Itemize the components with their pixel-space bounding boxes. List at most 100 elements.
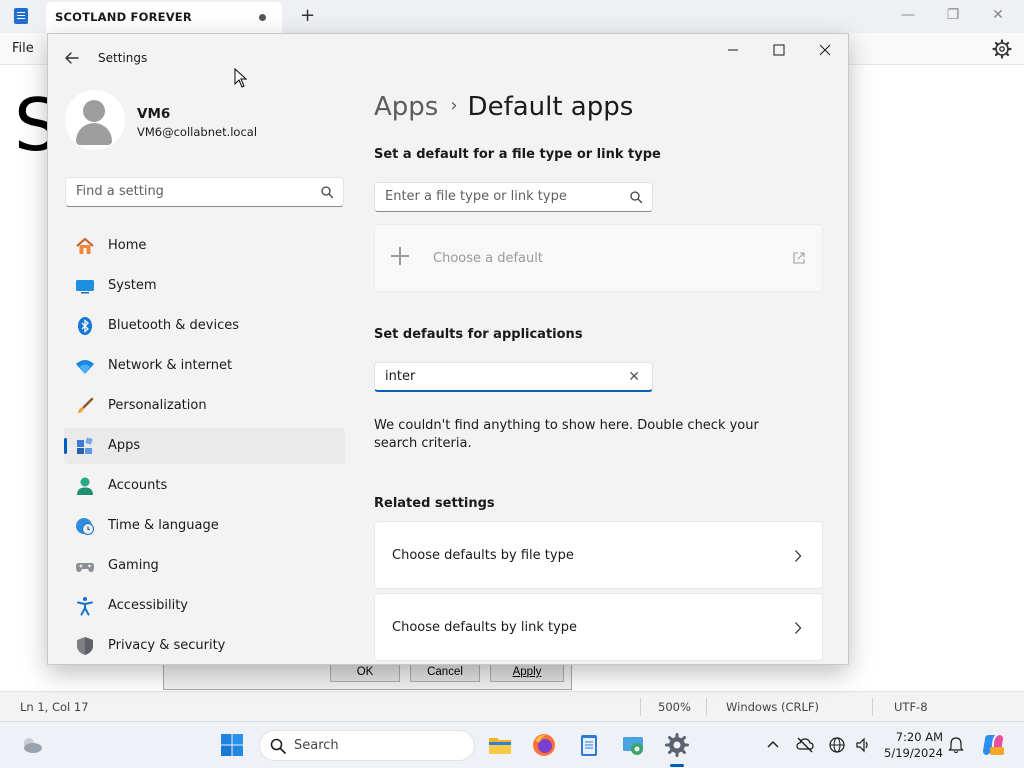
chevron-right-icon <box>795 622 802 634</box>
related-settings-heading: Related settings <box>374 496 495 511</box>
line-endings: Windows (CRLF) <box>726 700 820 714</box>
nav-label-apps: Apps <box>108 438 141 453</box>
notepad-taskbar-icon[interactable] <box>576 732 602 758</box>
settings-taskbar-icon[interactable] <box>664 732 690 758</box>
user-email: VM6@collabnet.local <box>137 125 258 139</box>
avatar[interactable] <box>65 90 125 150</box>
filetype-section-heading: Set a default for a file type or link ty… <box>374 147 661 162</box>
notepad-close-icon[interactable]: ✕ <box>978 4 1018 28</box>
notepad-statusbar: Ln 1, Col 17 500% Windows (CRLF) UTF-8 <box>0 691 1024 721</box>
defaults-by-link-type-link[interactable]: Choose defaults by link type <box>374 593 823 661</box>
unsaved-dot-icon[interactable] <box>259 14 266 21</box>
apps-search-input[interactable] <box>385 369 615 384</box>
ok-button[interactable]: OK <box>330 663 400 682</box>
notepad-tab[interactable]: SCOTLAND FOREVER <box>46 2 282 33</box>
nav-label-personalization: Personalization <box>108 398 207 413</box>
menu-file[interactable]: File <box>12 41 34 56</box>
open-external-icon <box>793 252 805 264</box>
user-name: VM6 <box>137 106 171 122</box>
nav-item-accessibility[interactable]: Accessibility <box>64 588 345 624</box>
notepad-titlebar: SCOTLAND FOREVER + — ❐ ✕ <box>0 0 1024 33</box>
nav-item-time-language[interactable]: Time & language <box>64 508 345 544</box>
firefox-icon[interactable] <box>531 732 557 758</box>
clear-search-icon[interactable]: ✕ <box>628 370 640 384</box>
taskbar-search[interactable]: Search <box>259 730 475 761</box>
settings-window-title: Settings <box>98 51 148 65</box>
avatar-head <box>83 100 105 122</box>
search-icon <box>321 186 334 199</box>
file-explorer-icon[interactable] <box>487 732 513 758</box>
find-setting-input[interactable] <box>76 184 306 199</box>
nav-item-privacy[interactable]: Privacy & security <box>64 628 345 664</box>
avatar-body <box>76 123 112 145</box>
system-icon <box>76 280 94 294</box>
filetype-search-box[interactable] <box>374 182 653 212</box>
nav-label-system: System <box>108 278 157 293</box>
new-tab-plus-icon[interactable]: + <box>300 6 315 26</box>
choose-default-card[interactable]: Choose a default <box>374 224 823 292</box>
clock-time: 7:20 AM <box>895 730 943 744</box>
breadcrumb-chevron-icon: › <box>450 95 458 116</box>
network-offline-icon[interactable] <box>796 736 814 754</box>
plus-icon <box>391 247 409 265</box>
start-windows-icon[interactable] <box>221 734 243 756</box>
apps-icon <box>77 437 93 454</box>
status-separator <box>706 698 707 716</box>
bluetooth-icon <box>78 317 92 335</box>
breadcrumb-parent[interactable]: Apps <box>374 92 438 122</box>
mouse-cursor-icon <box>234 68 248 88</box>
nav-item-system[interactable]: System <box>64 268 345 304</box>
encoding: UTF-8 <box>894 700 928 714</box>
nav-label-network: Network & internet <box>108 358 233 373</box>
control-panel-icon[interactable] <box>620 732 646 758</box>
gamepad-icon <box>76 563 94 572</box>
nav-item-personalization[interactable]: Personalization <box>64 388 345 424</box>
zoom-level: 500% <box>658 700 691 714</box>
status-separator <box>640 698 641 716</box>
back-arrow-icon[interactable] <box>62 48 82 68</box>
wifi-icon <box>76 360 94 374</box>
notepad-minimize-icon[interactable]: — <box>888 4 928 28</box>
gear-icon[interactable] <box>992 39 1012 59</box>
search-icon <box>630 191 643 204</box>
cursor-position: Ln 1, Col 17 <box>20 700 89 714</box>
globe-clock-icon <box>76 518 94 535</box>
status-separator <box>872 698 873 716</box>
taskbar: Search 7:20 AM 5/19/2024 <box>0 721 1024 768</box>
chevron-up-icon[interactable] <box>764 736 782 754</box>
notepad-tab-title: SCOTLAND FOREVER <box>55 10 192 24</box>
nav-label-gaming: Gaming <box>108 558 159 573</box>
nav-item-home[interactable]: Home <box>64 228 345 264</box>
accessibility-icon <box>77 597 93 616</box>
active-app-indicator <box>670 764 684 767</box>
apps-search-box[interactable]: ✕ <box>374 362 653 392</box>
filetype-search-input[interactable] <box>385 189 615 204</box>
nav-item-gaming[interactable]: Gaming <box>64 548 345 584</box>
volume-icon[interactable] <box>855 736 873 754</box>
find-setting-box[interactable] <box>65 177 344 207</box>
nav-item-apps[interactable]: Apps <box>64 428 345 464</box>
cancel-button[interactable]: Cancel <box>410 663 480 682</box>
page-title: Default apps <box>467 92 634 122</box>
nav-label-time-language: Time & language <box>108 518 219 533</box>
taskbar-clock[interactable]: 7:20 AM 5/19/2024 <box>883 729 943 761</box>
defaults-by-link-type-label: Choose defaults by link type <box>392 620 578 635</box>
brush-icon <box>78 397 94 413</box>
defaults-by-file-type-link[interactable]: Choose defaults by file type <box>374 521 823 589</box>
globe-icon[interactable] <box>828 736 846 754</box>
notification-bell-icon[interactable] <box>947 736 965 754</box>
notepad-app-icon <box>14 8 28 24</box>
apps-section-heading: Set defaults for applications <box>374 327 583 342</box>
home-icon <box>76 237 94 254</box>
nav-item-bluetooth[interactable]: Bluetooth & devices <box>64 308 345 344</box>
nav-label-privacy: Privacy & security <box>108 638 226 653</box>
choose-default-label: Choose a default <box>433 251 543 266</box>
nav-item-accounts[interactable]: Accounts <box>64 468 345 504</box>
search-icon <box>270 738 286 754</box>
copilot-icon[interactable] <box>981 733 1005 757</box>
nav-item-network[interactable]: Network & internet <box>64 348 345 384</box>
notepad-restore-icon[interactable]: ❐ <box>933 4 973 28</box>
weather-widget-icon[interactable] <box>20 734 44 756</box>
apply-button[interactable]: Apply <box>490 663 564 682</box>
nav-label-accounts: Accounts <box>108 478 168 493</box>
